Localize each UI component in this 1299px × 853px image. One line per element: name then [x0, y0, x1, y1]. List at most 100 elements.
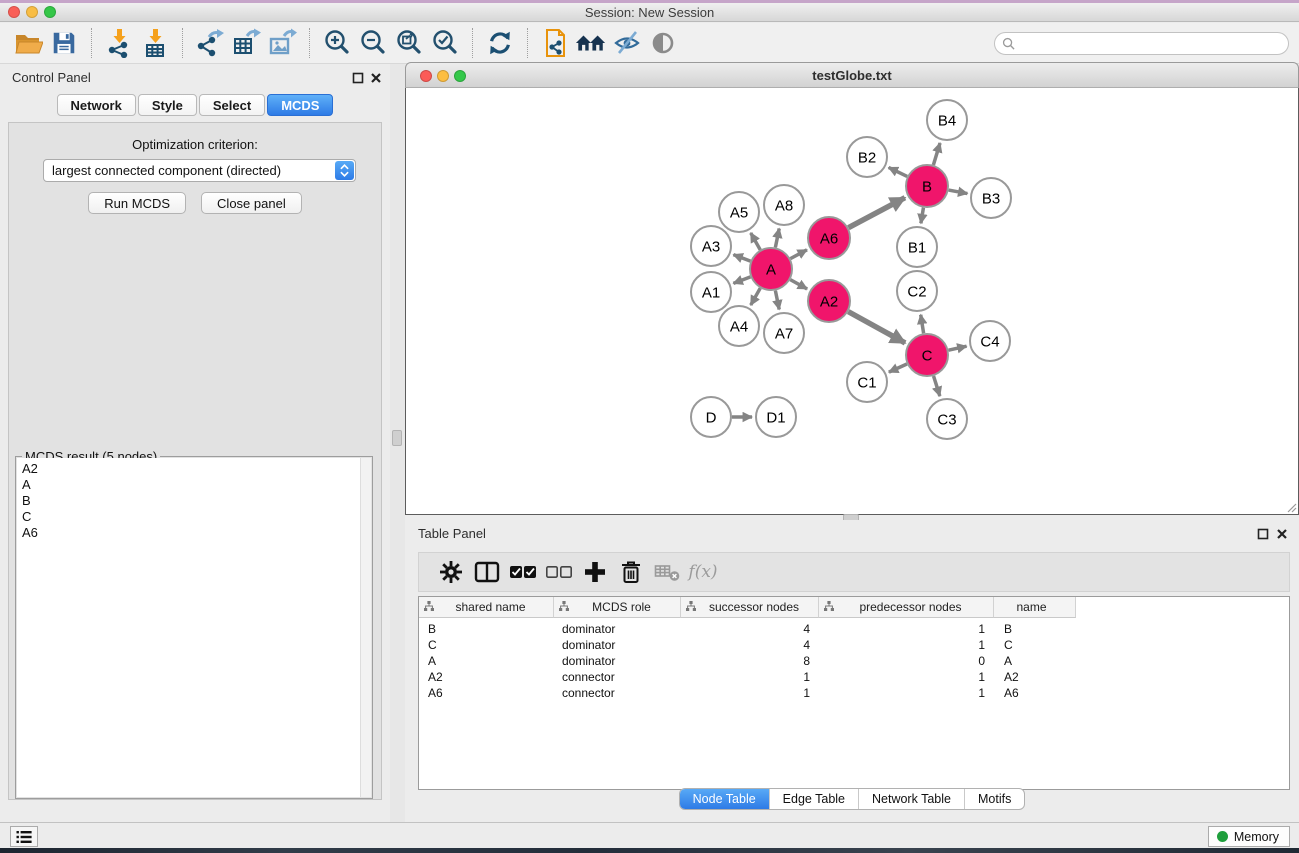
table-cell[interactable]: dominator — [554, 637, 681, 653]
table-cell[interactable]: 1 — [819, 669, 994, 685]
minimize-window-button[interactable] — [26, 6, 38, 18]
graph-edge-C-C3[interactable] — [934, 376, 940, 396]
deselect-all-button[interactable] — [541, 556, 577, 588]
export-table-button[interactable] — [228, 26, 264, 60]
run-mcds-button[interactable]: Run MCDS — [88, 192, 186, 214]
search-input[interactable] — [1020, 36, 1288, 51]
result-list-item[interactable]: B — [17, 493, 371, 509]
zoom-fit-button[interactable] — [391, 26, 427, 60]
table-cell[interactable]: 4 — [681, 621, 819, 637]
hide-selected-button[interactable] — [609, 26, 645, 60]
delete-column-button[interactable] — [613, 556, 649, 588]
table-row[interactable]: A2connector11A2 — [419, 669, 1289, 685]
table-cell[interactable]: 4 — [681, 637, 819, 653]
result-scrollbar[interactable] — [360, 458, 371, 797]
graph-edge-C-C1[interactable] — [889, 364, 907, 372]
table-cell[interactable]: 1 — [681, 669, 819, 685]
table-row[interactable]: Bdominator41B — [419, 621, 1289, 637]
table-cell[interactable]: connector — [554, 685, 681, 701]
graph-node-C4[interactable]: C4 — [970, 321, 1010, 361]
table-cell[interactable]: dominator — [554, 653, 681, 669]
zoom-selected-button[interactable] — [427, 26, 463, 60]
float-panel-icon[interactable] — [352, 71, 364, 83]
function-builder-button[interactable]: f(x) — [685, 556, 721, 588]
table-cell[interactable]: C — [419, 637, 554, 653]
table-cell[interactable]: dominator — [554, 621, 681, 637]
home-button[interactable] — [573, 26, 609, 60]
network-zoom-button[interactable] — [454, 70, 466, 82]
graph-edge-A-A8[interactable] — [775, 229, 779, 248]
graph-node-A2[interactable]: A2 — [808, 280, 850, 322]
table-cell[interactable]: 1 — [819, 685, 994, 701]
table-cell[interactable]: B — [994, 621, 1076, 637]
import-table-button[interactable] — [137, 26, 173, 60]
tab-network-table[interactable]: Network Table — [858, 789, 964, 809]
graph-node-B4[interactable]: B4 — [927, 100, 967, 140]
result-list-item[interactable]: A6 — [17, 525, 371, 541]
graph-node-A8[interactable]: A8 — [764, 185, 804, 225]
import-network-button[interactable] — [101, 26, 137, 60]
graph-node-A[interactable]: A — [750, 248, 792, 290]
table-cell[interactable]: A — [994, 653, 1076, 669]
table-cell[interactable]: C — [994, 637, 1076, 653]
graph-edge-B-B4[interactable] — [933, 143, 940, 165]
column-header-shared-name[interactable]: shared name — [419, 597, 554, 618]
export-image-button[interactable] — [264, 26, 300, 60]
graph-node-C3[interactable]: C3 — [927, 399, 967, 439]
table-cell[interactable]: A2 — [994, 669, 1076, 685]
close-panel-button[interactable]: Close panel — [201, 192, 302, 214]
vertical-splitter[interactable] — [390, 64, 405, 822]
zoom-in-button[interactable] — [319, 26, 355, 60]
table-settings-button[interactable] — [433, 556, 469, 588]
save-session-button[interactable] — [46, 26, 82, 60]
graph-edge-A-A5[interactable] — [751, 233, 760, 250]
graph-edge-A-A1[interactable] — [733, 277, 750, 284]
graph-node-A6[interactable]: A6 — [808, 217, 850, 259]
resize-grip-icon[interactable] — [1285, 501, 1297, 513]
graph-node-A1[interactable]: A1 — [691, 272, 731, 312]
delete-table-button[interactable] — [649, 556, 685, 588]
show-all-button[interactable] — [645, 26, 681, 60]
column-header-predecessor-nodes[interactable]: predecessor nodes — [819, 597, 994, 618]
open-session-button[interactable] — [10, 26, 46, 60]
graph-edge-A-A7[interactable] — [775, 291, 779, 310]
tab-style[interactable]: Style — [138, 94, 197, 116]
graph-edge-A-A2[interactable] — [790, 280, 807, 289]
graph-edge-B-B3[interactable] — [949, 190, 968, 194]
network-window-titlebar[interactable]: testGlobe.txt — [405, 62, 1299, 88]
tab-node-table[interactable]: Node Table — [680, 789, 769, 809]
splitter-grip[interactable] — [392, 430, 402, 446]
table-row[interactable]: A6connector11A6 — [419, 685, 1289, 701]
table-cell[interactable]: 1 — [819, 621, 994, 637]
refresh-button[interactable] — [482, 26, 518, 60]
graph-node-A7[interactable]: A7 — [764, 313, 804, 353]
graph-node-C1[interactable]: C1 — [847, 362, 887, 402]
tab-edge-table[interactable]: Edge Table — [769, 789, 858, 809]
graph-node-B[interactable]: B — [906, 165, 948, 207]
column-header-name[interactable]: name — [994, 597, 1076, 618]
graph-node-A3[interactable]: A3 — [691, 226, 731, 266]
table-cell[interactable]: 1 — [819, 637, 994, 653]
new-session-from-network-button[interactable] — [537, 26, 573, 60]
graph-edge-B-B1[interactable] — [921, 208, 924, 224]
graph-edge-C-C2[interactable] — [921, 315, 924, 334]
add-column-button[interactable] — [577, 556, 613, 588]
result-list-item[interactable]: A2 — [17, 461, 371, 477]
graph-node-C2[interactable]: C2 — [897, 271, 937, 311]
show-columns-button[interactable] — [469, 556, 505, 588]
network-close-button[interactable] — [420, 70, 432, 82]
graph-node-B1[interactable]: B1 — [897, 227, 937, 267]
graph-edge-A-A3[interactable] — [733, 255, 750, 262]
task-history-button[interactable] — [10, 826, 38, 847]
close-panel-icon[interactable] — [370, 71, 382, 83]
table-cell[interactable]: 0 — [819, 653, 994, 669]
graph-node-A5[interactable]: A5 — [719, 192, 759, 232]
graph-edge-A6-B[interactable] — [848, 198, 904, 228]
table-cell[interactable]: 8 — [681, 653, 819, 669]
tab-network[interactable]: Network — [57, 94, 136, 116]
close-window-button[interactable] — [8, 6, 20, 18]
graph-edge-A-A4[interactable] — [751, 288, 760, 305]
table-row[interactable]: Cdominator41C — [419, 637, 1289, 653]
column-header-MCDS-role[interactable]: MCDS role — [554, 597, 681, 618]
graph-edge-C-C4[interactable] — [948, 346, 966, 350]
